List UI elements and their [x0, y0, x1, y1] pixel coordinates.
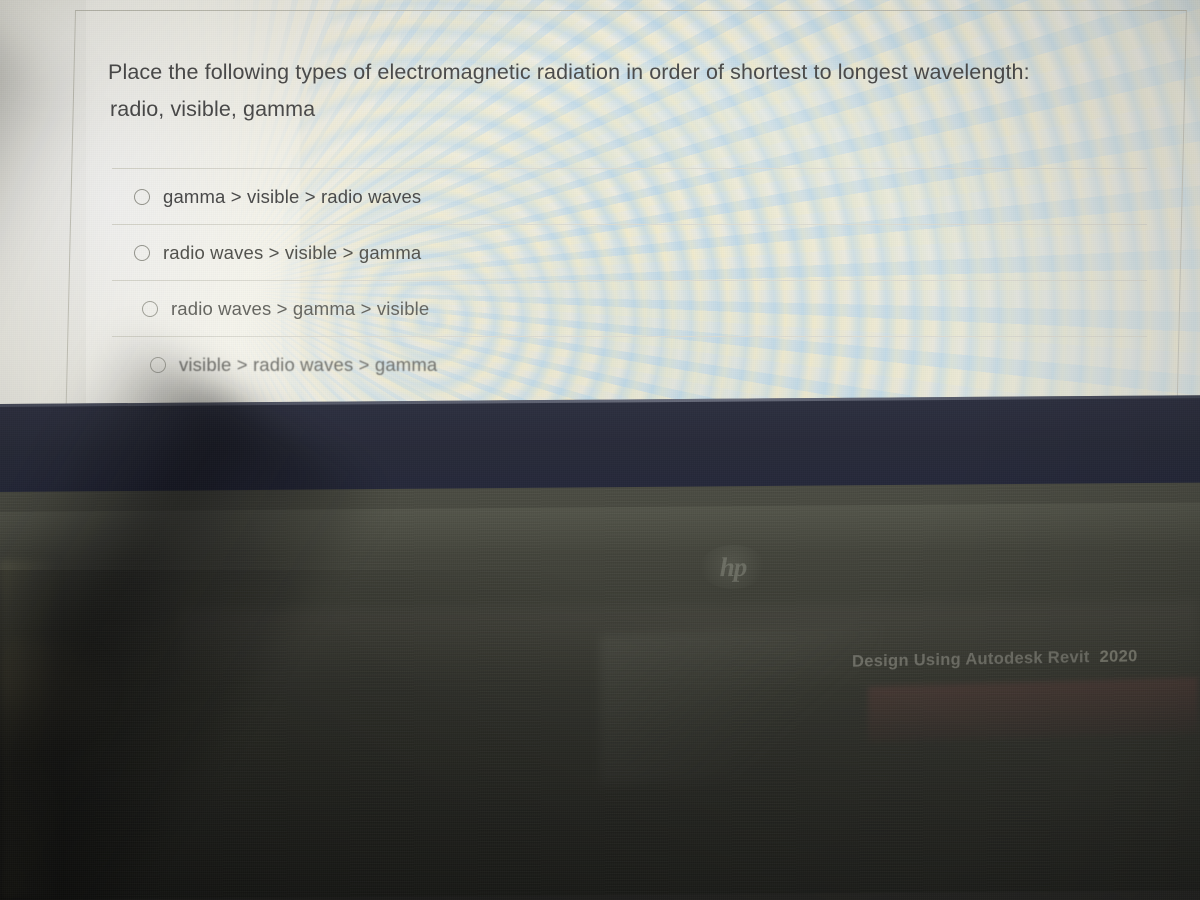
answer-option-2-label: radio waves > visible > gamma: [163, 241, 422, 263]
monitor-screen: Place the following types of electromagn…: [0, 0, 1200, 418]
photo-of-monitor: Place the following types of electromagn…: [0, 0, 1200, 900]
answer-option-1[interactable]: gamma > visible > radio waves: [112, 169, 1147, 224]
book-year-reflection-text: 2020: [1099, 647, 1138, 666]
book-title-reflection-text: Design Using Autodesk Revit: [852, 648, 1090, 671]
glasses-reflection: [600, 625, 880, 785]
option-divider: [111, 224, 1148, 225]
hp-logo-text: hp: [719, 551, 747, 582]
option-divider: [111, 280, 1148, 281]
answer-option-4[interactable]: visible > radio waves > gamma: [112, 337, 1147, 392]
answer-option-4-label: visible > radio waves > gamma: [179, 353, 438, 375]
answer-option-2[interactable]: radio waves > visible > gamma: [112, 225, 1147, 280]
option-divider: [111, 168, 1148, 169]
hp-logo-icon: hp: [700, 544, 766, 590]
answer-option-3[interactable]: radio waves > gamma > visible: [112, 281, 1147, 336]
radio-button-icon[interactable]: [134, 188, 150, 205]
answer-options-list: gamma > visible > radio waves radio wave…: [111, 168, 1148, 392]
radio-button-icon[interactable]: [142, 300, 158, 317]
question-line-1: Place the following types of electromagn…: [108, 60, 1030, 84]
radio-button-icon[interactable]: [134, 244, 150, 261]
option-divider: [111, 336, 1148, 337]
question-line-2: radio, visible, gamma: [110, 97, 316, 121]
radio-button-icon[interactable]: [150, 356, 166, 373]
left-tan-reflection: [0, 640, 120, 760]
stand-band-upper: [0, 502, 1200, 558]
book-reflection-body: [868, 677, 1198, 743]
answer-option-1-label: gamma > visible > radio waves: [163, 185, 422, 207]
screen-left-glare-area: [0, 0, 86, 418]
answer-option-3-label: radio waves > gamma > visible: [171, 297, 430, 319]
question-block: Place the following types of electromagn…: [108, 54, 1148, 128]
